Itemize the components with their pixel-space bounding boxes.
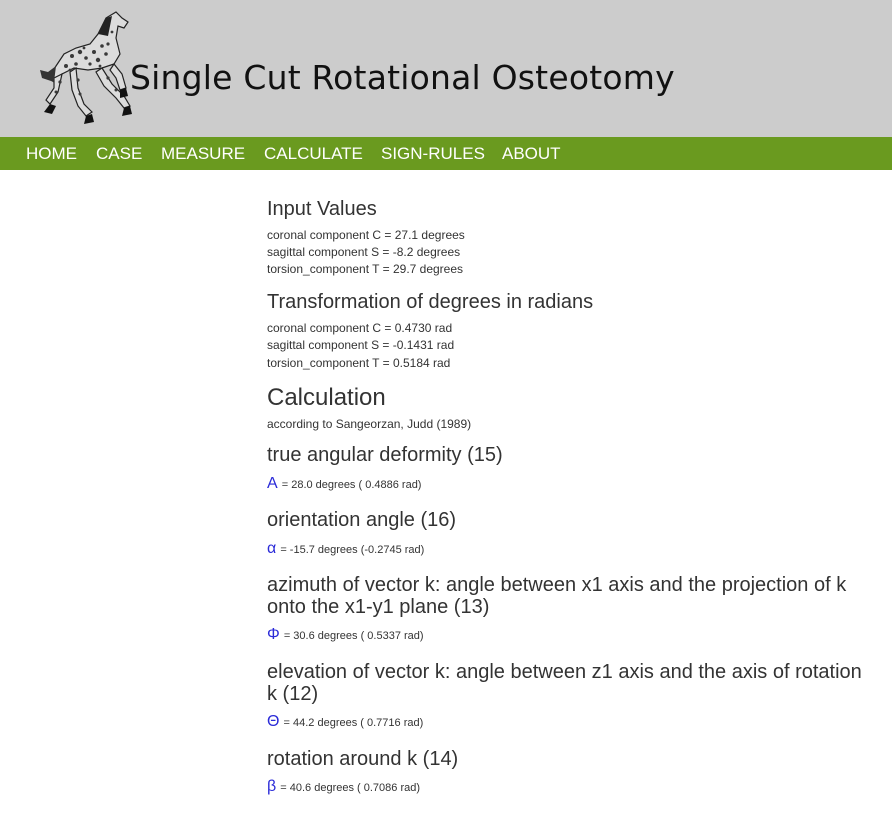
result-line-rotation: β = 40.6 degrees ( 0.7086 rad) xyxy=(267,778,420,796)
nav-measure[interactable]: MEASURE xyxy=(161,144,245,164)
header-banner: Single Cut Rotational Osteotomy xyxy=(0,0,892,137)
symbol-phi: Φ xyxy=(267,626,280,643)
result-title-deformity: true angular deformity (15) xyxy=(267,444,503,466)
nav-home[interactable]: HOME xyxy=(26,144,77,164)
result-title-rotation: rotation around k (14) xyxy=(267,748,459,770)
result-value-elevation: = 44.2 degrees ( 0.7716 rad) xyxy=(283,717,424,729)
horse-logo-icon xyxy=(40,11,132,124)
calculation-heading: Calculation xyxy=(267,384,386,411)
input-coronal: coronal component C = 27.1 degrees xyxy=(267,228,465,242)
radians-torsion: torsion_component T = 0.5184 rad xyxy=(267,356,451,370)
nav-sign-rules[interactable]: SIGN-RULES xyxy=(381,144,485,164)
result-line-orientation: α = -15.7 degrees (-0.2745 rad) xyxy=(267,540,424,558)
calculation-source: according to Sangeorzan, Judd (1989) xyxy=(267,417,472,431)
input-sagittal: sagittal component S = -8.2 degrees xyxy=(267,245,461,259)
result-title-azimuth: azimuth of vector k: angle between x1 ax… xyxy=(267,574,847,618)
result-line-azimuth: Φ = 30.6 degrees ( 0.5337 rad) xyxy=(267,626,424,644)
site-title: Single Cut Rotational Osteotomy xyxy=(130,58,675,97)
nav-about[interactable]: ABOUT xyxy=(502,144,561,164)
result-value-deformity: = 28.0 degrees ( 0.4886 rad) xyxy=(281,479,422,491)
radians-heading: Transformation of degrees in radians xyxy=(267,291,594,313)
result-title-elevation: elevation of vector k: angle between z1 … xyxy=(267,661,862,705)
radians-sagittal: sagittal component S = -0.1431 rad xyxy=(267,338,455,352)
symbol-alpha: α xyxy=(267,540,277,557)
result-value-azimuth: = 30.6 degrees ( 0.5337 rad) xyxy=(283,630,424,642)
main-nav: HOME CASE MEASURE CALCULATE SIGN-RULES A… xyxy=(0,137,892,170)
result-line-elevation: Θ = 44.2 degrees ( 0.7716 rad) xyxy=(267,713,423,731)
symbol-theta: Θ xyxy=(267,713,280,730)
result-value-orientation: = -15.7 degrees (-0.2745 rad) xyxy=(280,544,425,556)
result-value-rotation: = 40.6 degrees ( 0.7086 rad) xyxy=(280,782,420,794)
nav-case[interactable]: CASE xyxy=(96,144,142,164)
result-title-orientation: orientation angle (16) xyxy=(267,509,457,531)
result-line-deformity: A = 28.0 degrees ( 0.4886 rad) xyxy=(267,475,421,493)
input-torsion: torsion_component T = 29.7 degrees xyxy=(267,262,464,276)
symbol-A: A xyxy=(267,475,278,492)
symbol-beta: β xyxy=(267,778,277,795)
nav-calculate[interactable]: CALCULATE xyxy=(264,144,363,164)
input-values-heading: Input Values xyxy=(267,198,377,220)
radians-coronal: coronal component C = 0.4730 rad xyxy=(267,321,453,335)
